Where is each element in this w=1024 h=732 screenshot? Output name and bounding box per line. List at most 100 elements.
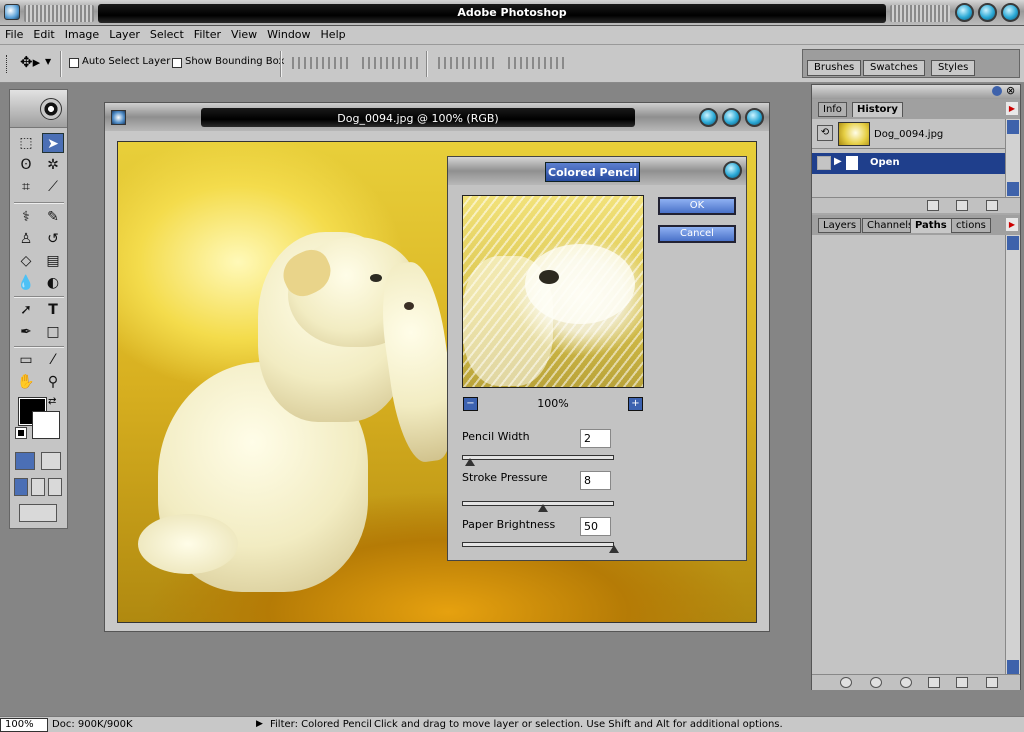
stroke-pressure-input[interactable]: 8 bbox=[580, 471, 611, 490]
close-button[interactable] bbox=[1001, 3, 1020, 22]
load-path-as-selection-icon[interactable] bbox=[900, 677, 912, 688]
quick-mask-button[interactable] bbox=[41, 452, 61, 470]
fill-path-icon[interactable] bbox=[840, 677, 852, 688]
zoom-out-icon[interactable]: − bbox=[463, 397, 478, 411]
tab-info[interactable]: Info bbox=[818, 102, 847, 117]
history-brush-source-icon[interactable] bbox=[817, 156, 831, 170]
well-tab-brushes[interactable]: Brushes bbox=[807, 60, 862, 76]
distribute-vcenter-icon[interactable] bbox=[468, 57, 494, 69]
background-color-swatch[interactable] bbox=[32, 411, 60, 439]
blur-tool-icon[interactable]: 💧 bbox=[15, 273, 37, 293]
align-vcenter-icon[interactable] bbox=[322, 57, 348, 69]
history-menu-arrow-icon[interactable]: ▶ bbox=[1006, 102, 1018, 115]
zoom-level-field[interactable]: 100% bbox=[0, 718, 48, 732]
palette-titlebar[interactable]: ⊗ bbox=[812, 85, 1020, 99]
new-snapshot-icon[interactable] bbox=[956, 200, 968, 211]
marquee-tool-icon[interactable]: ⬚ bbox=[15, 133, 37, 153]
shape-tool-icon[interactable]: □ bbox=[42, 322, 64, 342]
history-scrollbar[interactable] bbox=[1005, 119, 1020, 197]
tab-history[interactable]: History bbox=[852, 102, 903, 117]
history-brush-icon[interactable]: ↺ bbox=[42, 229, 64, 249]
gradient-tool-icon[interactable]: ▤ bbox=[42, 251, 64, 271]
align-hcenter-icon[interactable] bbox=[392, 57, 418, 69]
lasso-tool-icon[interactable]: ʘ bbox=[15, 155, 37, 175]
distribute-hcenter-icon[interactable] bbox=[538, 57, 564, 69]
minimize-button[interactable] bbox=[955, 3, 974, 22]
well-tab-styles[interactable]: Styles bbox=[931, 60, 976, 76]
chevron-down-icon[interactable]: ▼ bbox=[45, 57, 51, 66]
status-menu-arrow-icon[interactable]: ▶ bbox=[256, 719, 263, 729]
cancel-button[interactable]: Cancel bbox=[658, 225, 736, 243]
notes-tool-icon[interactable]: ▭ bbox=[15, 350, 37, 370]
filter-preview[interactable] bbox=[462, 195, 644, 388]
path-selection-icon[interactable]: ➚ bbox=[15, 300, 37, 320]
eyedropper-tool-icon[interactable]: ⁄ bbox=[42, 350, 64, 370]
paper-brightness-slider-thumb[interactable] bbox=[609, 545, 619, 553]
screen-mode-standard-button[interactable] bbox=[14, 478, 28, 496]
pen-tool-icon[interactable]: ✒ bbox=[15, 322, 37, 342]
tab-actions[interactable]: ctions bbox=[951, 218, 991, 233]
history-state-open[interactable]: ▶ Open bbox=[812, 153, 1005, 174]
screen-mode-full-button[interactable] bbox=[48, 478, 62, 496]
new-document-from-state-icon[interactable] bbox=[927, 200, 939, 211]
document-titlebar[interactable]: Dog_0094.jpg @ 100% (RGB) bbox=[105, 103, 769, 131]
menu-window[interactable]: Window bbox=[262, 26, 315, 41]
pencil-width-input[interactable]: 2 bbox=[580, 429, 611, 448]
screen-mode-full-menu-button[interactable] bbox=[31, 478, 45, 496]
default-colors-icon[interactable] bbox=[15, 427, 27, 439]
slice-tool-icon[interactable]: ⟋ bbox=[42, 177, 64, 197]
paper-brightness-input[interactable]: 50 bbox=[580, 517, 611, 536]
pencil-width-slider[interactable] bbox=[462, 455, 614, 460]
pencil-width-slider-thumb[interactable] bbox=[464, 458, 475, 466]
menu-layer[interactable]: Layer bbox=[104, 26, 145, 41]
type-tool-icon[interactable]: T bbox=[42, 300, 64, 320]
ok-button[interactable]: OK bbox=[658, 197, 736, 215]
eraser-tool-icon[interactable]: ◇ bbox=[15, 251, 37, 271]
align-top-icon[interactable] bbox=[292, 57, 318, 69]
brush-tool-icon[interactable]: ✎ bbox=[42, 207, 64, 227]
distribute-top-icon[interactable] bbox=[438, 57, 464, 69]
zoom-tool-icon[interactable]: ⚲ bbox=[42, 372, 64, 392]
crop-tool-icon[interactable]: ⌗ bbox=[15, 177, 37, 197]
tab-paths[interactable]: Paths bbox=[910, 218, 952, 233]
palette-close-icon[interactable]: ⊗ bbox=[1006, 85, 1015, 97]
paths-menu-arrow-icon[interactable]: ▶ bbox=[1006, 218, 1018, 231]
dialog-close-button[interactable] bbox=[723, 161, 742, 180]
dodge-tool-icon[interactable]: ◐ bbox=[42, 273, 64, 293]
menu-view[interactable]: View bbox=[226, 26, 262, 41]
stroke-pressure-slider-thumb[interactable] bbox=[537, 504, 548, 512]
maximize-button[interactable] bbox=[978, 3, 997, 22]
menu-image[interactable]: Image bbox=[60, 26, 104, 41]
scroll-down-icon[interactable] bbox=[1007, 660, 1019, 674]
adobe-eye-icon[interactable] bbox=[40, 98, 62, 120]
standard-mode-button[interactable] bbox=[15, 452, 35, 470]
scroll-up-icon[interactable] bbox=[1007, 120, 1019, 134]
hand-tool-icon[interactable]: ✋ bbox=[15, 372, 37, 392]
palette-minimize-icon[interactable] bbox=[992, 86, 1002, 96]
menu-help[interactable]: Help bbox=[316, 26, 351, 41]
move-tool-preset-icon[interactable]: ✥▸ bbox=[20, 53, 40, 71]
trash-icon[interactable] bbox=[986, 200, 998, 211]
doc-minimize-button[interactable] bbox=[699, 108, 718, 127]
scroll-up-icon[interactable] bbox=[1007, 236, 1019, 250]
paper-brightness-slider[interactable] bbox=[462, 542, 614, 547]
magic-wand-tool-icon[interactable]: ✲ bbox=[42, 155, 64, 175]
trash-icon[interactable] bbox=[986, 677, 998, 688]
doc-maximize-button[interactable] bbox=[722, 108, 741, 127]
new-path-icon[interactable] bbox=[956, 677, 968, 688]
menu-file[interactable]: File bbox=[0, 26, 28, 41]
zoom-in-icon[interactable]: + bbox=[628, 397, 643, 411]
auto-select-layer-checkbox[interactable] bbox=[69, 58, 79, 68]
menu-edit[interactable]: Edit bbox=[28, 26, 59, 41]
stroke-path-icon[interactable] bbox=[870, 677, 882, 688]
healing-brush-icon[interactable]: ⚕ bbox=[15, 207, 37, 227]
history-brush-source-icon[interactable]: ⟲ bbox=[817, 125, 833, 141]
dialog-titlebar[interactable]: Colored Pencil bbox=[448, 157, 746, 185]
clone-stamp-icon[interactable]: ♙ bbox=[15, 229, 37, 249]
tab-layers[interactable]: Layers bbox=[818, 218, 862, 233]
paths-scrollbar[interactable] bbox=[1005, 235, 1020, 675]
jump-to-imageready-button[interactable] bbox=[19, 504, 57, 522]
toolbox-header[interactable] bbox=[10, 90, 67, 128]
swap-colors-icon[interactable]: ⇄ bbox=[48, 396, 56, 407]
options-grip[interactable] bbox=[6, 55, 10, 73]
